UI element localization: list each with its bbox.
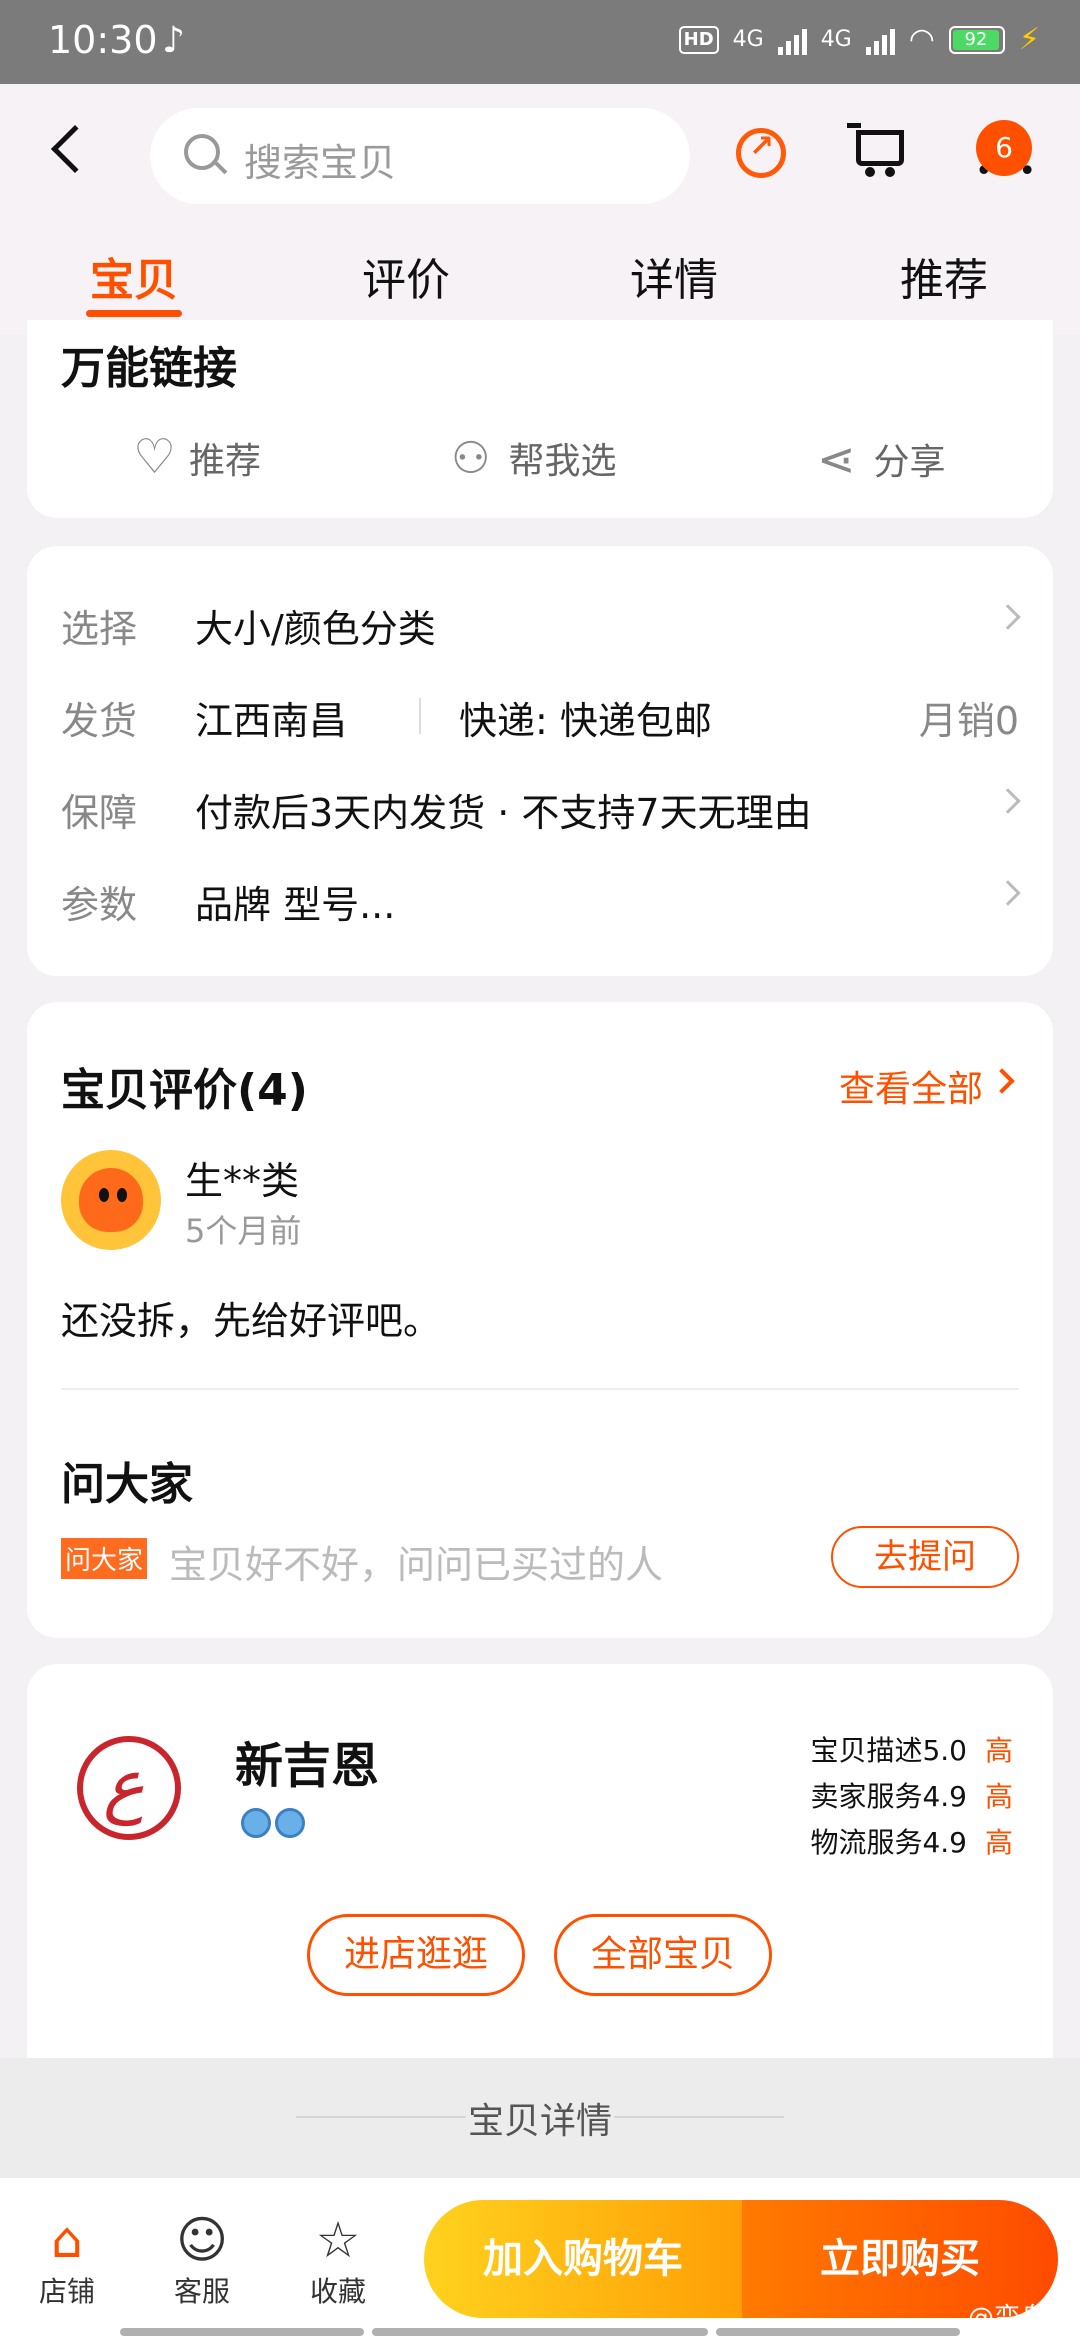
guarantee-value: 付款后3天内发货 · 不支持7天无理由 [195,791,812,835]
shop-level-crowns [241,1808,305,1838]
watermark: @变身器 [967,2303,1072,2333]
tab-active-indicator [86,310,182,317]
share-button[interactable]: 分享 [817,432,946,486]
product-title: 万能链接 [61,343,237,394]
signal-4g-icon: 4G [732,27,764,52]
tab-reviews[interactable]: 评价 [336,244,476,308]
all-items-button[interactable]: 全部宝贝 [554,1914,772,1996]
help-choose-label: 帮我选 [508,441,617,482]
shipping-origin: 江西南昌 [195,699,348,743]
bottom-action-bar: ⌂ 店铺 ☺ 客服 ☆ 收藏 加入购物车 立即购买 @变身器 [0,2178,1080,2340]
shop-tab-label: 店铺 [38,2275,95,2308]
nav-handle [372,2328,708,2336]
reviews-card: 宝贝评价(4) 查看全部 生**类 5个月前 还没拆，先给好评吧。 问大家 问大… [27,1002,1053,1638]
shipping-express: 快递: 快递包邮 [459,699,712,743]
cart-icon[interactable] [847,123,904,177]
detail-label: 宝贝详情 [467,2101,612,2142]
enter-shop-button[interactable]: 进店逛逛 [307,1914,525,1996]
ask-title: 问大家 [61,1459,193,1510]
service-button[interactable]: ☺ 客服 [152,2210,252,2310]
ask-question-button[interactable]: 去提问 [831,1526,1019,1588]
battery-icon: 92 [948,25,1005,54]
shipping-row: 发货 江西南昌 快递: 快递包邮 月销0 [61,690,1019,750]
ask-tag: 问大家 [61,1538,148,1579]
shop-card: ع 新吉恩 宝贝描述5.0 高 卖家服务4.9 高 物流服务4.9 高 进店逛逛 全部… [27,1664,1053,2060]
recommend-button[interactable]: 推荐 [133,429,262,485]
divider [61,1388,1019,1390]
monthly-sales: 月销0 [918,699,1019,743]
tab-item[interactable]: 宝贝 [64,244,204,308]
params-label: 参数 [61,883,138,927]
score-row: 卖家服务4.9 高 [810,1780,1013,1813]
chevron-right-icon [995,604,1021,630]
shop-tab-button[interactable]: ⌂ 店铺 [17,2210,117,2310]
favorite-button[interactable]: ☆ 收藏 [288,2210,388,2310]
charging-icon: ⚡ [1018,22,1040,57]
battery-level: 92 [952,29,999,50]
star-icon: ☆ [315,2211,361,2269]
crown-icon [275,1808,305,1838]
tab-recommend[interactable]: 推荐 [874,244,1014,308]
score-row: 物流服务4.9 高 [810,1826,1013,1859]
tab-details[interactable]: 详情 [604,244,744,308]
wifi-icon: ◠ [908,22,935,57]
share-icon [817,432,856,486]
heart-icon [133,429,176,485]
choose-value: 大小/颜色分类 [195,607,436,651]
people-icon [451,433,490,484]
tiktok-icon: ♪ [162,20,185,61]
back-arrow-icon[interactable] [50,124,100,174]
guarantee-row[interactable]: 保障 付款后3天内发货 · 不支持7天无理由 [61,782,1021,842]
hd-voice-icon: HD [678,25,719,54]
review-time: 5个月前 [185,1212,302,1250]
signal-4g-icon-2: 4G [820,27,852,52]
review-text: 还没拆，先给好评吧。 [61,1299,442,1343]
status-icons: HD 4G 4G ◠ 92 ⚡ [678,22,1040,57]
search-placeholder: 搜索宝贝 [244,141,397,185]
search-icon [184,134,220,170]
params-value: 品牌 型号... [195,883,396,927]
shop-scores: 宝贝描述5.0 高 卖家服务4.9 高 物流服务4.9 高 [810,1728,1013,1866]
crown-icon [241,1808,271,1838]
service-face-icon: ☺ [175,2211,229,2269]
guarantee-label: 保障 [61,791,138,835]
view-all-link[interactable]: 查看全部 [839,1060,983,1112]
shop-name[interactable]: 新吉恩 [235,1726,379,1796]
share-label: 分享 [873,442,946,483]
shipping-label: 发货 [61,699,138,743]
choose-label: 选择 [61,607,138,651]
share-arrow-icon[interactable] [736,128,786,178]
add-to-cart-button[interactable]: 加入购物车 [424,2200,742,2318]
avatar [61,1150,161,1250]
chevron-right-icon [989,1068,1015,1094]
status-time: 10:30 [48,18,158,62]
product-info-card: 选择 大小/颜色分类 发货 江西南昌 快递: 快递包邮 月销0 保障 付款后3天… [27,546,1053,976]
divider [614,2116,784,2118]
detail-section-header: 宝贝详情 [0,2058,1080,2178]
service-label: 客服 [173,2275,230,2308]
product-title-card: 万能链接 推荐 帮我选 分享 [27,320,1053,518]
score-row: 宝贝描述5.0 高 [810,1734,1013,1767]
nav-handle [120,2328,364,2336]
search-input[interactable]: 搜索宝贝 [150,108,690,204]
chevron-right-icon [995,788,1021,814]
recommend-label: 推荐 [189,441,262,482]
divider [419,698,421,734]
store-icon: ⌂ [51,2211,83,2269]
top-bar: 搜索宝贝 ••• 6 宝贝 评价 详情 推荐 [0,84,1080,334]
reviews-title: 宝贝评价(4) [61,1065,308,1116]
params-row[interactable]: 参数 品牌 型号... [61,874,1021,934]
reviewer-name: 生**类 [185,1159,300,1203]
shop-logo[interactable]: ع [67,1726,197,1856]
signal-bars-icon-2 [865,25,895,55]
signal-bars-icon [777,25,807,55]
chevron-right-icon [995,880,1021,906]
ask-placeholder: 宝贝好不好，问问已买过的人 [169,1543,664,1587]
choose-row[interactable]: 选择 大小/颜色分类 [61,598,1021,658]
nav-handle [716,2328,960,2336]
help-choose-button[interactable]: 帮我选 [451,432,616,484]
status-bar: 10:30 ♪ HD 4G 4G ◠ 92 ⚡ [0,0,1080,84]
message-badge: 6 [976,120,1032,176]
favorite-label: 收藏 [309,2275,366,2308]
